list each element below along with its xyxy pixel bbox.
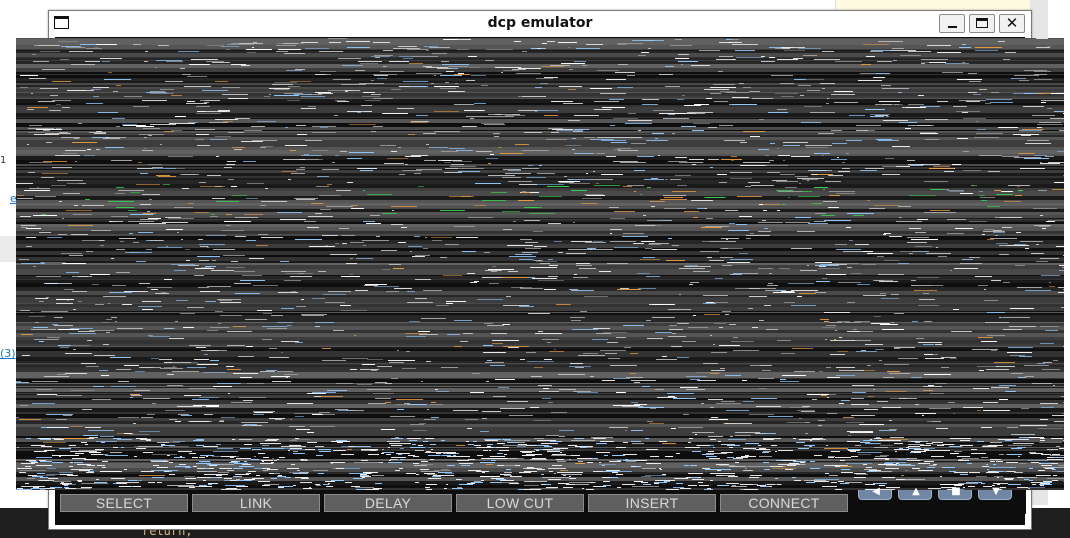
insert-button[interactable]: INSERT: [588, 494, 716, 512]
select-button[interactable]: SELECT: [60, 494, 188, 512]
nav-left-button[interactable]: ◀: [858, 486, 892, 500]
nav-stop-button[interactable]: ■: [938, 486, 972, 500]
stop-icon: ■: [951, 486, 961, 497]
background-link-fragment[interactable]: (3): [0, 347, 16, 360]
background-band: [0, 236, 16, 262]
nav-up-button[interactable]: ▲: [898, 486, 932, 500]
emulator-display[interactable]: [16, 38, 1064, 490]
minimize-button[interactable]: [939, 14, 965, 33]
background-text-fragment: 1: [0, 155, 7, 166]
delay-button[interactable]: DELAY: [324, 494, 452, 512]
soft-button-strip: SELECT LINK DELAY LOW CUT INSERT CONNECT…: [60, 486, 1026, 514]
link-button[interactable]: LINK: [192, 494, 320, 512]
display-noise: [16, 38, 1064, 490]
maximize-button[interactable]: [969, 14, 995, 33]
minimize-icon: [940, 15, 964, 32]
low-cut-button[interactable]: LOW CUT: [456, 494, 584, 512]
background-note-panel: [835, 0, 1036, 10]
chevron-down-icon: ▼: [992, 486, 1000, 497]
chevron-up-icon: ▲: [912, 486, 920, 497]
maximize-icon: [970, 15, 994, 32]
close-button[interactable]: ✕: [999, 14, 1025, 33]
window-title: dcp emulator: [487, 15, 593, 31]
close-icon: ✕: [1005, 14, 1019, 32]
connect-button[interactable]: CONNECT: [720, 494, 848, 512]
chevron-left-icon: ◀: [872, 486, 880, 497]
window-titlebar[interactable]: dcp emulator ✕: [49, 11, 1031, 37]
nav-down-button[interactable]: ▼: [978, 486, 1012, 500]
